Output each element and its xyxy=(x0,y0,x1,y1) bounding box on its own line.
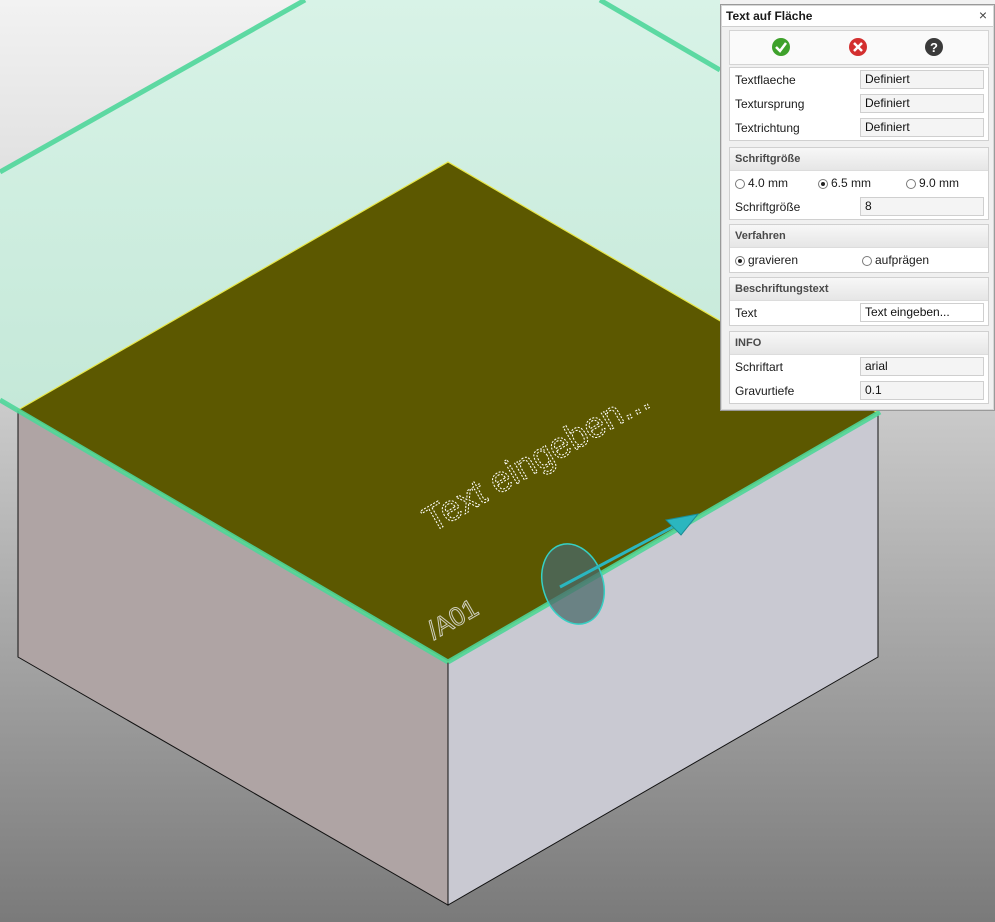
font-size-options: 4.0 mm 6.5 mm 9.0 mm xyxy=(730,171,988,195)
definition-section: Textflaeche Definiert Textursprung Defin… xyxy=(729,67,989,141)
x-circle-icon xyxy=(849,38,867,56)
dialog-title: Text auf Fläche xyxy=(726,9,813,23)
font-size-field[interactable]: 8 xyxy=(860,197,984,216)
method-option-engrave[interactable]: gravieren xyxy=(735,253,798,267)
font-size-section: Schriftgröße 4.0 mm 6.5 mm 9.0 mm Schrif… xyxy=(729,147,989,220)
cancel-button[interactable] xyxy=(848,37,868,57)
help-button[interactable]: ? xyxy=(924,37,944,57)
method-options: gravieren aufprägen xyxy=(730,248,988,272)
font-size-option-label: 9.0 mm xyxy=(919,176,960,190)
engrave-depth-field[interactable]: 0.1 xyxy=(860,381,984,400)
font-size-option-label: 4.0 mm xyxy=(748,176,789,190)
radio-icon xyxy=(862,256,872,266)
radio-selected-icon xyxy=(735,256,745,266)
info-section: INFO Schriftart arial Gravurtiefe 0.1 xyxy=(729,331,989,404)
dialog-toolbar: ? xyxy=(729,30,989,65)
font-size-option-9mm[interactable]: 9.0 mm xyxy=(906,176,959,190)
engrave-depth-label: Gravurtiefe xyxy=(735,384,795,398)
label-text-section: Beschriftungstext Text Text eingeben... xyxy=(729,277,989,326)
text-input[interactable]: Text eingeben... xyxy=(860,303,984,322)
font-size-value-row: Schriftgröße 8 xyxy=(730,195,988,219)
close-icon[interactable]: × xyxy=(976,7,990,23)
label-text-row: Text Text eingeben... xyxy=(730,301,988,325)
method-option-emboss[interactable]: aufprägen xyxy=(862,253,929,267)
method-header: Verfahren xyxy=(730,225,988,248)
ok-button[interactable] xyxy=(771,37,791,57)
font-family-field[interactable]: arial xyxy=(860,357,984,376)
font-size-option-label: 6.5 mm xyxy=(831,176,872,190)
font-family-label: Schriftart xyxy=(735,360,784,374)
font-size-option-4mm[interactable]: 4.0 mm xyxy=(735,176,788,190)
info-header: INFO xyxy=(730,332,988,355)
method-option-label: aufprägen xyxy=(875,253,930,267)
engrave-depth-row: Gravurtiefe 0.1 xyxy=(730,379,988,403)
label-text-header: Beschriftungstext xyxy=(730,278,988,301)
text-origin-label: Textursprung xyxy=(735,97,805,111)
check-circle-icon xyxy=(772,38,790,56)
svg-text:?: ? xyxy=(930,40,938,55)
font-size-option-6-5mm[interactable]: 6.5 mm xyxy=(818,176,871,190)
text-direction-label: Textrichtung xyxy=(735,121,800,135)
font-size-label: Schriftgröße xyxy=(735,200,801,214)
method-option-label: gravieren xyxy=(748,253,799,267)
text-on-face-dialog: Text auf Fläche × ? Textflaeche Definier… xyxy=(720,4,995,411)
method-section: Verfahren gravieren aufprägen xyxy=(729,224,989,273)
text-face-field[interactable]: Definiert xyxy=(860,70,984,89)
text-direction-field[interactable]: Definiert xyxy=(860,118,984,137)
radio-selected-icon xyxy=(818,179,828,189)
text-origin-field[interactable]: Definiert xyxy=(860,94,984,113)
radio-icon xyxy=(906,179,916,189)
dialog-titlebar[interactable]: Text auf Fläche × xyxy=(722,6,993,27)
text-label: Text xyxy=(735,306,758,320)
text-origin-row: Textursprung Definiert xyxy=(730,92,988,116)
text-face-row: Textflaeche Definiert xyxy=(730,68,988,92)
font-size-header: Schriftgröße xyxy=(730,148,988,171)
text-direction-row: Textrichtung Definiert xyxy=(730,116,988,140)
font-family-row: Schriftart arial xyxy=(730,355,988,379)
question-circle-icon: ? xyxy=(925,38,943,56)
text-face-label: Textflaeche xyxy=(735,73,796,87)
radio-icon xyxy=(735,179,745,189)
